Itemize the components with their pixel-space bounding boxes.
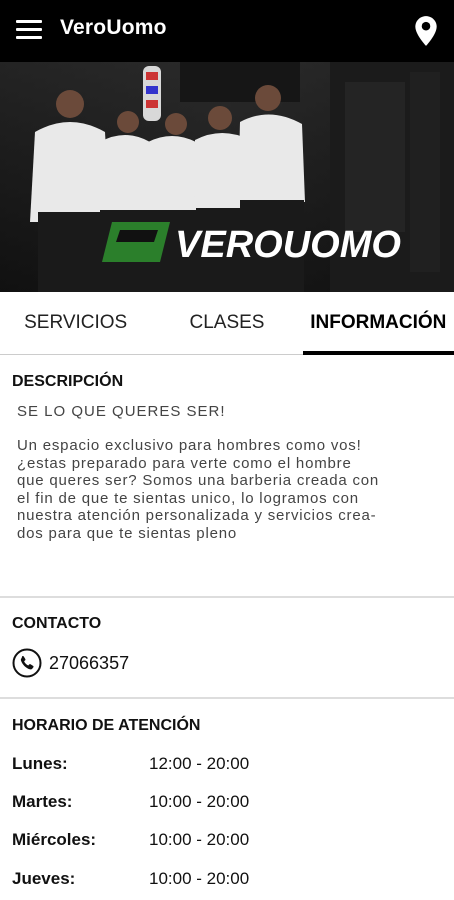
hours-day: Miércoles: — [12, 830, 97, 849]
description-line: ¿estas preparado para verte como el homb… — [17, 454, 352, 472]
hours-time: 10:00 - 20:00 — [149, 830, 250, 849]
hours-time: 10:00 - 20:00 — [149, 792, 250, 811]
hero-photo: VEROUOMO — [0, 62, 454, 292]
hero-logo-text: VEROUOMO — [175, 224, 401, 266]
description-line: nuestra atención personalizada y servici… — [17, 507, 377, 524]
hours-day: Lunes: — [12, 754, 68, 773]
hours-time: 12:00 - 20:00 — [149, 754, 250, 773]
map-pin-icon[interactable] — [413, 15, 439, 47]
tab-bar: SERVICIOS CLASES INFORMACIÓN — [0, 292, 454, 355]
hours-day: Martes: — [12, 792, 73, 811]
phone-contact[interactable]: 27066357 — [12, 648, 129, 678]
description-line: el fin de que te sientas unico, lo logra… — [17, 489, 359, 507]
hours-time: 10:00 - 20:00 — [149, 869, 250, 888]
phone-icon — [12, 648, 42, 678]
description-line: que queres ser? Somos una barberia cread… — [17, 472, 380, 489]
tab-servicios[interactable]: SERVICIOS — [0, 292, 151, 354]
hamburger-menu-icon[interactable] — [16, 20, 42, 40]
description-headline: SE LO QUE QUERES SER! — [17, 403, 226, 420]
phone-number[interactable]: 27066357 — [49, 653, 129, 674]
app-bar: VeroUomo — [0, 0, 454, 62]
description-body: Un espacio exclusivo para hombres como v… — [17, 437, 437, 542]
hours-title: HORARIO DE ATENCIÓN — [12, 717, 201, 734]
app-title: VeroUomo — [60, 16, 167, 39]
divider — [0, 596, 454, 598]
hero-banner: VEROUOMO — [0, 62, 454, 292]
tab-informacion[interactable]: INFORMACIÓN — [302, 292, 454, 355]
contact-title: CONTACTO — [12, 615, 102, 632]
hours-day: Jueves: — [12, 869, 76, 888]
divider — [0, 697, 454, 699]
description-line: Un espacio exclusivo para hombres como v… — [17, 437, 362, 454]
tab-clases[interactable]: CLASES — [151, 292, 302, 354]
description-line: dos para que te sientas pleno — [17, 524, 238, 542]
description-title: DESCRIPCIÓN — [12, 373, 124, 390]
